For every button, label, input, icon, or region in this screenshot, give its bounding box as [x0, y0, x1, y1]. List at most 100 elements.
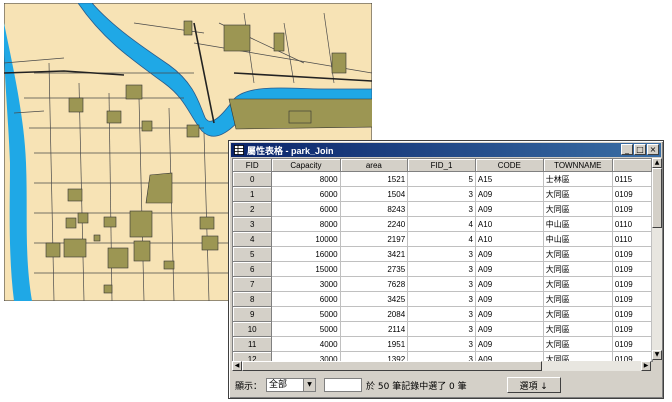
- table-cell[interactable]: 大同區: [543, 261, 613, 277]
- table-cell[interactable]: 0109: [612, 321, 652, 337]
- table-cell[interactable]: 3: [407, 306, 476, 322]
- options-button[interactable]: 選項 ↓: [506, 377, 561, 393]
- table-cell[interactable]: 5: [407, 171, 476, 187]
- table-cell[interactable]: 4000: [271, 336, 341, 352]
- vertical-scrollbar[interactable]: ▲ ▼: [652, 158, 662, 360]
- table-cell[interactable]: A15: [475, 171, 544, 187]
- column-header[interactable]: area: [340, 159, 409, 172]
- table-cell[interactable]: 3: [407, 336, 476, 352]
- row-fid-cell[interactable]: 10: [233, 321, 273, 337]
- column-header[interactable]: FID_1: [407, 159, 476, 172]
- row-fid-cell[interactable]: 9: [233, 306, 273, 322]
- table-cell[interactable]: A09: [475, 291, 544, 307]
- table-cell[interactable]: A09: [475, 261, 544, 277]
- table-cell[interactable]: A09: [475, 306, 544, 322]
- table-cell[interactable]: A09: [475, 276, 544, 292]
- table-cell[interactable]: 大同區: [543, 246, 613, 262]
- table-row[interactable]: 1 6000 1504 3 A09 大同區 0109: [233, 186, 652, 202]
- row-fid-cell[interactable]: 2: [233, 201, 273, 217]
- table-cell[interactable]: 3000: [271, 276, 341, 292]
- minimize-button[interactable]: _: [621, 144, 633, 155]
- table-cell[interactable]: A09: [475, 201, 544, 217]
- table-cell[interactable]: 中山區: [543, 231, 613, 247]
- arrow-right-icon[interactable]: ▶: [641, 361, 651, 371]
- table-cell[interactable]: 大同區: [543, 321, 613, 337]
- table-row[interactable]: 7 3000 7628 3 A09 大同區 0109: [233, 276, 652, 292]
- table-cell[interactable]: 0115: [612, 171, 652, 187]
- table-cell[interactable]: 0110: [612, 216, 652, 232]
- table-cell[interactable]: 4: [407, 231, 476, 247]
- table-cell[interactable]: 2084: [340, 306, 409, 322]
- table-cell[interactable]: 3421: [340, 246, 409, 262]
- table-cell[interactable]: 1951: [340, 336, 409, 352]
- table-row[interactable]: 9 5000 2084 3 A09 大同區 0109: [233, 306, 652, 322]
- table-cell[interactable]: 大同區: [543, 201, 613, 217]
- table-cell[interactable]: 6000: [271, 291, 341, 307]
- table-cell[interactable]: 大同區: [543, 276, 613, 292]
- table-cell[interactable]: A09: [475, 186, 544, 202]
- table-cell[interactable]: 0109: [612, 336, 652, 352]
- table-cell[interactable]: 大同區: [543, 186, 613, 202]
- table-cell[interactable]: 2735: [340, 261, 409, 277]
- table-cell[interactable]: 大同區: [543, 291, 613, 307]
- table-cell[interactable]: 0109: [612, 186, 652, 202]
- table-cell[interactable]: 3: [407, 321, 476, 337]
- table-cell[interactable]: A10: [475, 231, 544, 247]
- table-cell[interactable]: 0110: [612, 231, 652, 247]
- table-cell[interactable]: A09: [475, 246, 544, 262]
- table-cell[interactable]: 8243: [340, 201, 409, 217]
- table-cell[interactable]: 6000: [271, 201, 341, 217]
- row-fid-cell[interactable]: 5: [233, 246, 273, 262]
- table-cell[interactable]: 16000: [271, 246, 341, 262]
- table-cell[interactable]: 2114: [340, 321, 409, 337]
- table-cell[interactable]: 士林區: [543, 171, 613, 187]
- arrow-left-icon[interactable]: ◀: [232, 361, 242, 371]
- table-cell[interactable]: 大同區: [543, 306, 613, 322]
- row-fid-cell[interactable]: 0: [233, 171, 273, 187]
- table-cell[interactable]: 3: [407, 261, 476, 277]
- table-row[interactable]: 6 15000 2735 3 A09 大同區 0109: [233, 261, 652, 277]
- table-cell[interactable]: A09: [475, 336, 544, 352]
- table-cell[interactable]: 7628: [340, 276, 409, 292]
- table-cell[interactable]: 3: [407, 246, 476, 262]
- table-cell[interactable]: 0109: [612, 306, 652, 322]
- table-cell[interactable]: 3: [407, 186, 476, 202]
- table-row[interactable]: 10 5000 2114 3 A09 大同區 0109: [233, 321, 652, 337]
- arrow-up-icon[interactable]: ▲: [652, 158, 662, 168]
- table-cell[interactable]: 4: [407, 216, 476, 232]
- column-header[interactable]: FID: [233, 159, 273, 172]
- table-cell[interactable]: 3: [407, 201, 476, 217]
- maximize-button[interactable]: □: [634, 144, 646, 155]
- attribute-table-window[interactable]: 屬性表格 - park_Join _ □ × FID Capacity area…: [228, 140, 664, 399]
- table-cell[interactable]: 0109: [612, 276, 652, 292]
- table-cell[interactable]: 1504: [340, 186, 409, 202]
- chevron-down-icon[interactable]: ▼: [303, 379, 316, 391]
- table-cell[interactable]: 中山區: [543, 216, 613, 232]
- row-fid-cell[interactable]: 11: [233, 336, 273, 352]
- row-fid-cell[interactable]: 7: [233, 276, 273, 292]
- table-cell[interactable]: 1521: [340, 171, 409, 187]
- table-row[interactable]: 8 6000 3425 3 A09 大同區 0109: [233, 291, 652, 307]
- row-fid-cell[interactable]: 8: [233, 291, 273, 307]
- record-number-input[interactable]: [324, 378, 363, 392]
- scroll-thumb[interactable]: [242, 361, 542, 371]
- close-button[interactable]: ×: [647, 144, 659, 155]
- row-fid-cell[interactable]: 6: [233, 261, 273, 277]
- column-header[interactable]: TOWNNAME: [543, 159, 613, 172]
- table-row[interactable]: 3 8000 2240 4 A10 中山區 0110: [233, 216, 652, 232]
- row-fid-cell[interactable]: 4: [233, 231, 273, 247]
- row-fid-cell[interactable]: 1: [233, 186, 273, 202]
- table-cell[interactable]: 大同區: [543, 336, 613, 352]
- column-header[interactable]: [612, 159, 652, 172]
- table-row[interactable]: 4 10000 2197 4 A10 中山區 0110: [233, 231, 652, 247]
- row-fid-cell[interactable]: 3: [233, 216, 273, 232]
- table-cell[interactable]: 0109: [612, 261, 652, 277]
- show-select[interactable]: 全部 ▼: [266, 378, 317, 392]
- table-cell[interactable]: 0109: [612, 291, 652, 307]
- window-titlebar[interactable]: 屬性表格 - park_Join _ □ ×: [231, 143, 661, 157]
- arrow-down-icon[interactable]: ▼: [652, 350, 662, 360]
- table-cell[interactable]: 8000: [271, 171, 341, 187]
- table-row[interactable]: 5 16000 3421 3 A09 大同區 0109: [233, 246, 652, 262]
- table-cell[interactable]: 0109: [612, 246, 652, 262]
- table-cell[interactable]: 3: [407, 291, 476, 307]
